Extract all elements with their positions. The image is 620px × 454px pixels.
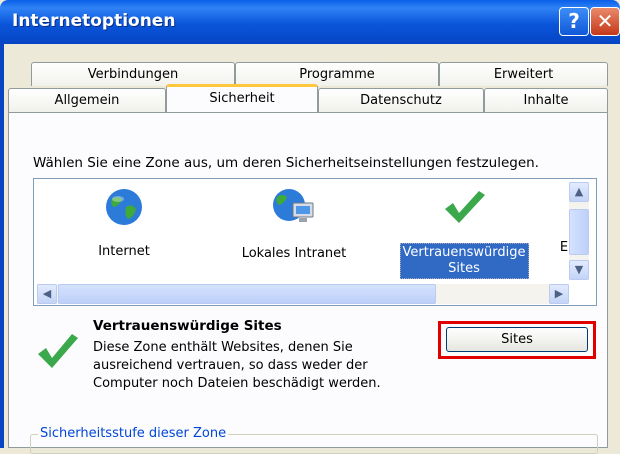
trusted-sites-checkmark-icon — [38, 334, 78, 368]
tab-datenschutz[interactable]: Datenschutz — [318, 88, 484, 112]
zone-instruction: Wählen Sie eine Zone aus, um deren Siche… — [33, 155, 539, 171]
vertical-scroll-thumb[interactable] — [569, 209, 589, 255]
tab-inhalte[interactable]: Inhalte — [484, 88, 608, 112]
window-title: Internetoptionen — [12, 11, 176, 31]
scroll-right-arrow-icon[interactable]: ▶ — [549, 284, 569, 304]
title-bar: Internetoptionen ? ✕ — [0, 0, 620, 44]
scroll-left-arrow-icon[interactable]: ◀ — [37, 284, 57, 304]
scroll-down-arrow-icon[interactable]: ▼ — [569, 260, 589, 280]
zone-label: Lokales Intranet — [241, 246, 347, 261]
checkmark-icon — [445, 191, 485, 223]
sites-button[interactable]: Sites — [446, 327, 588, 352]
tab-programme[interactable]: Programme — [235, 62, 439, 86]
security-level-group-title: Sicherheitsstufe dieser Zone — [38, 426, 229, 441]
globe-icon — [106, 189, 142, 225]
tab-allgemein[interactable]: Allgemein — [8, 88, 166, 112]
selected-zone-description: Diese Zone enthält Websites, denen Sie a… — [93, 340, 381, 391]
tab-erweitert[interactable]: Erweitert — [439, 62, 608, 86]
zone-internet[interactable]: Internet — [84, 187, 164, 260]
close-button[interactable]: ✕ — [590, 7, 620, 36]
zone-label: Internet — [98, 244, 150, 259]
tab-sicherheit[interactable]: Sicherheit — [166, 84, 318, 112]
zone-trusted-sites[interactable]: Vertrauenswürdige Sites — [392, 187, 536, 279]
zone-local-intranet[interactable]: Lokales Intranet — [224, 187, 364, 262]
help-button[interactable]: ? — [559, 7, 589, 36]
selected-zone-title: Vertrauenswürdige Sites — [93, 318, 282, 334]
horizontal-scroll-thumb[interactable] — [58, 284, 436, 304]
zone-label: Vertrauenswürdige Sites — [399, 243, 529, 279]
scroll-up-arrow-icon[interactable]: ▲ — [569, 182, 589, 202]
tab-verbindungen[interactable]: Verbindungen — [31, 62, 235, 86]
intranet-icon — [273, 189, 314, 222]
